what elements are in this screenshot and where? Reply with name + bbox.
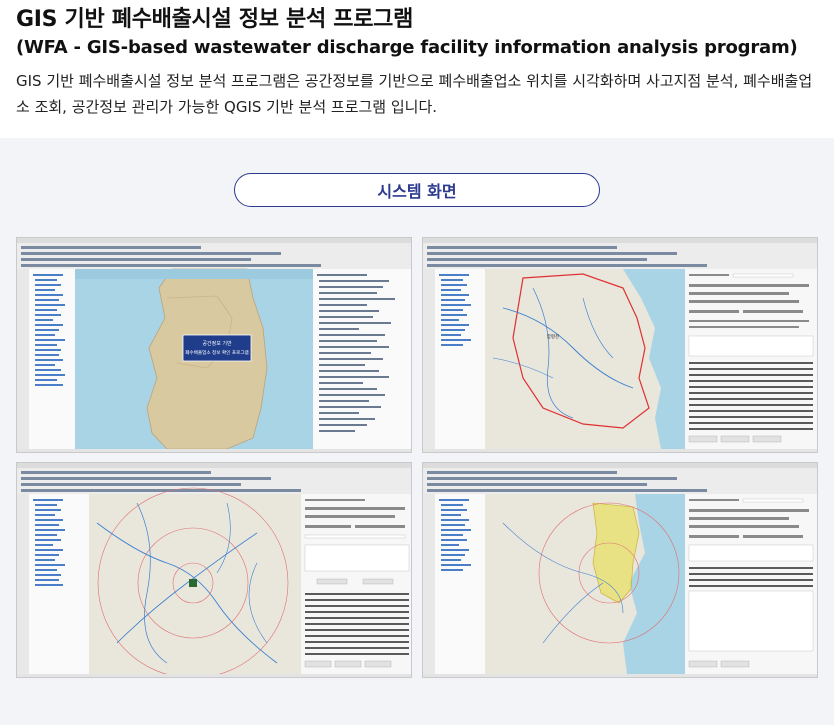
screenshot-river-network[interactable]	[16, 462, 412, 678]
qgis-window-2: 함평천	[423, 238, 817, 452]
screenshot-coast-highlight[interactable]	[422, 462, 818, 678]
accident-point	[189, 579, 197, 587]
screenshot-gallery: 시스템 화면 공간정보 기반 폐수배출업소 정보 확인 프로그램 함평천	[0, 138, 834, 725]
section-label-button[interactable]: 시스템 화면	[234, 173, 600, 207]
popup-line-2: 폐수배출업소 정보 확인 프로그램	[185, 349, 249, 356]
title-bar	[17, 238, 411, 243]
page-description: GIS 기반 폐수배출시설 정보 분석 프로그램은 공간정보를 기반으로 폐수배…	[16, 72, 813, 116]
status-bar	[17, 449, 411, 452]
screenshot-watershed[interactable]: 함평천	[422, 237, 818, 453]
qgis-window-4	[423, 463, 817, 677]
page-header: GIS 기반 폐수배출시설 정보 분석 프로그램 (WFA - GIS-base…	[0, 0, 834, 124]
side-toolbar	[17, 269, 29, 449]
qgis-window-1: 공간정보 기반 폐수배출업소 정보 확인 프로그램	[17, 238, 411, 452]
page-subtitle: (WFA - GIS-based wastewater discharge fa…	[16, 37, 798, 58]
screenshot-korea-map[interactable]: 공간정보 기반 폐수배출업소 정보 확인 프로그램	[16, 237, 412, 453]
popup-line-1: 공간정보 기반	[202, 340, 232, 347]
qgis-window-3	[17, 463, 411, 677]
section-label: 시스템 화면	[377, 182, 457, 201]
popup-box	[182, 334, 252, 362]
page-title: GIS 기반 폐수배출시설 정보 분석 프로그램	[16, 7, 414, 32]
place-label: 함평천	[547, 333, 559, 340]
